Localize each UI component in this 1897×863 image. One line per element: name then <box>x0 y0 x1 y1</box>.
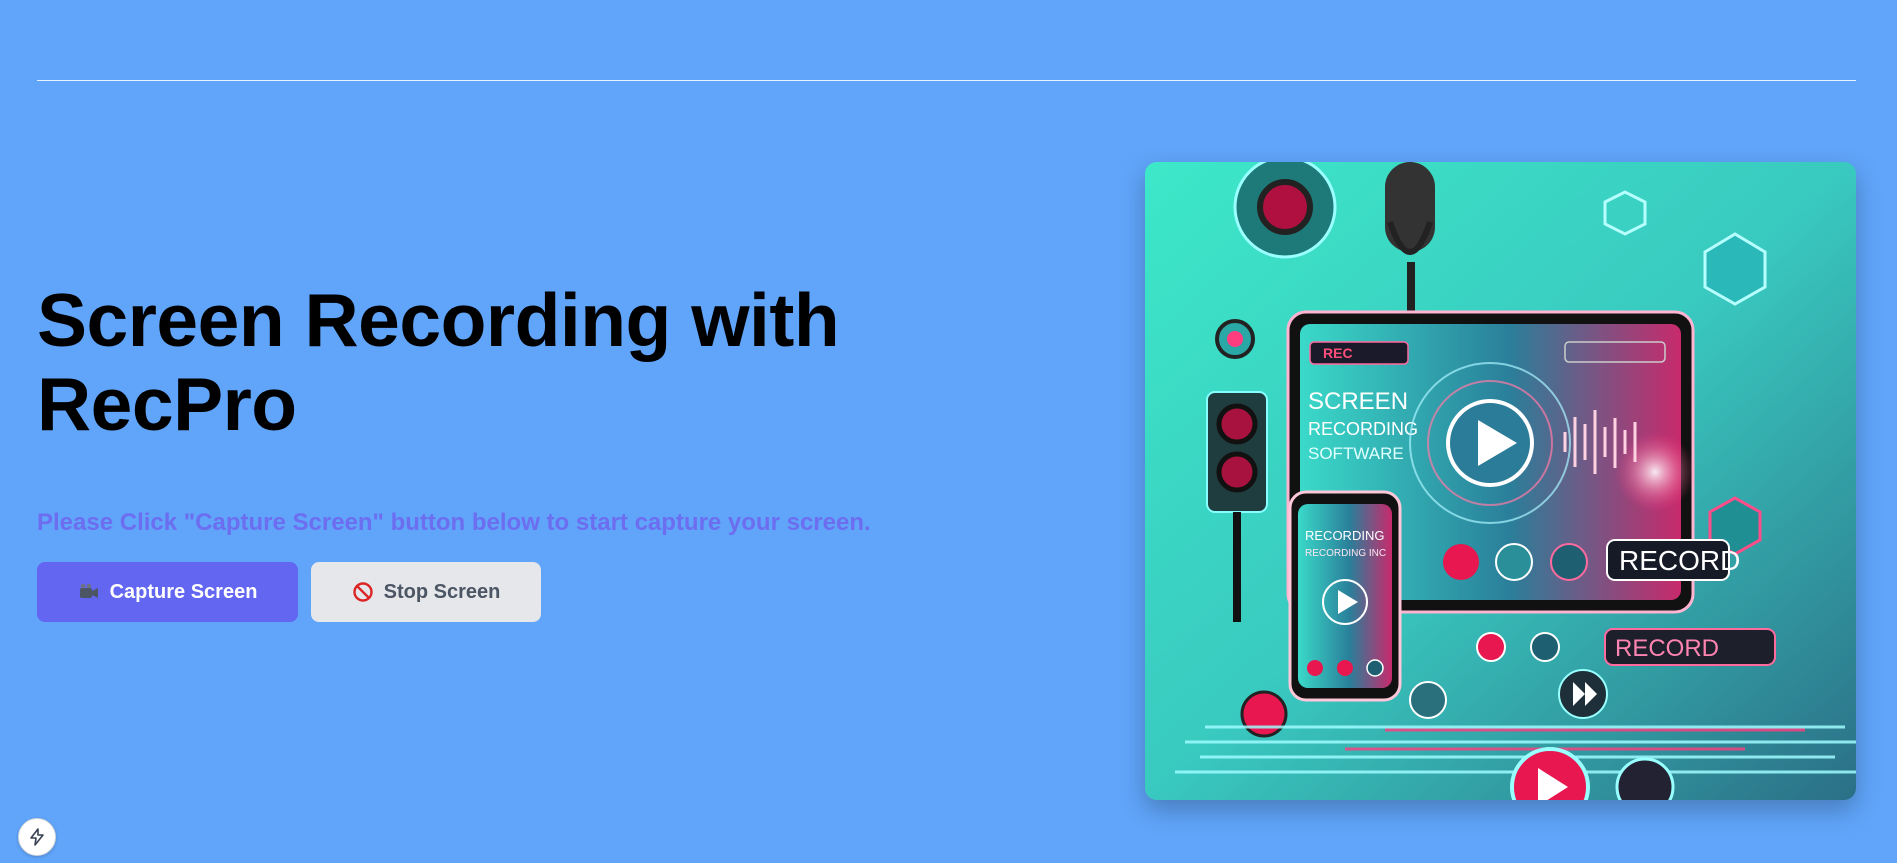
hero-text-section: Screen Recording with RecPro Please Clic… <box>37 278 1087 622</box>
prohibited-icon <box>352 581 374 603</box>
hero-illustration: REC SCREEN RECORDING SOFTWARE RECORD REC… <box>1145 162 1856 800</box>
lightning-bolt-icon <box>28 828 46 846</box>
video-camera-icon <box>78 582 100 602</box>
record-badge-2: RECORD <box>1615 635 1719 662</box>
action-buttons: Capture Screen Stop Screen <box>37 562 1087 622</box>
capture-screen-button[interactable]: Capture Screen <box>37 562 298 622</box>
header-divider <box>37 80 1856 81</box>
phone-caption-1: RECORDING <box>1305 528 1384 543</box>
record-badge: RECORD <box>1619 545 1740 576</box>
stop-screen-label: Stop Screen <box>383 580 501 603</box>
capture-screen-label: Capture Screen <box>109 580 258 603</box>
tablet-headline-3: SOFTWARE <box>1308 444 1404 463</box>
stop-screen-button[interactable]: Stop Screen <box>311 562 541 622</box>
dev-tools-badge[interactable] <box>18 818 56 856</box>
instruction-text: Please Click "Capture Screen" button bel… <box>37 509 871 536</box>
phone-caption-2: RECORDING INC <box>1305 548 1386 559</box>
page-title: Screen Recording with RecPro <box>37 278 840 446</box>
tablet-rec-status: REC <box>1323 345 1353 361</box>
tablet-headline-1: SCREEN <box>1308 388 1408 415</box>
tablet-headline-2: RECORDING <box>1308 419 1418 439</box>
